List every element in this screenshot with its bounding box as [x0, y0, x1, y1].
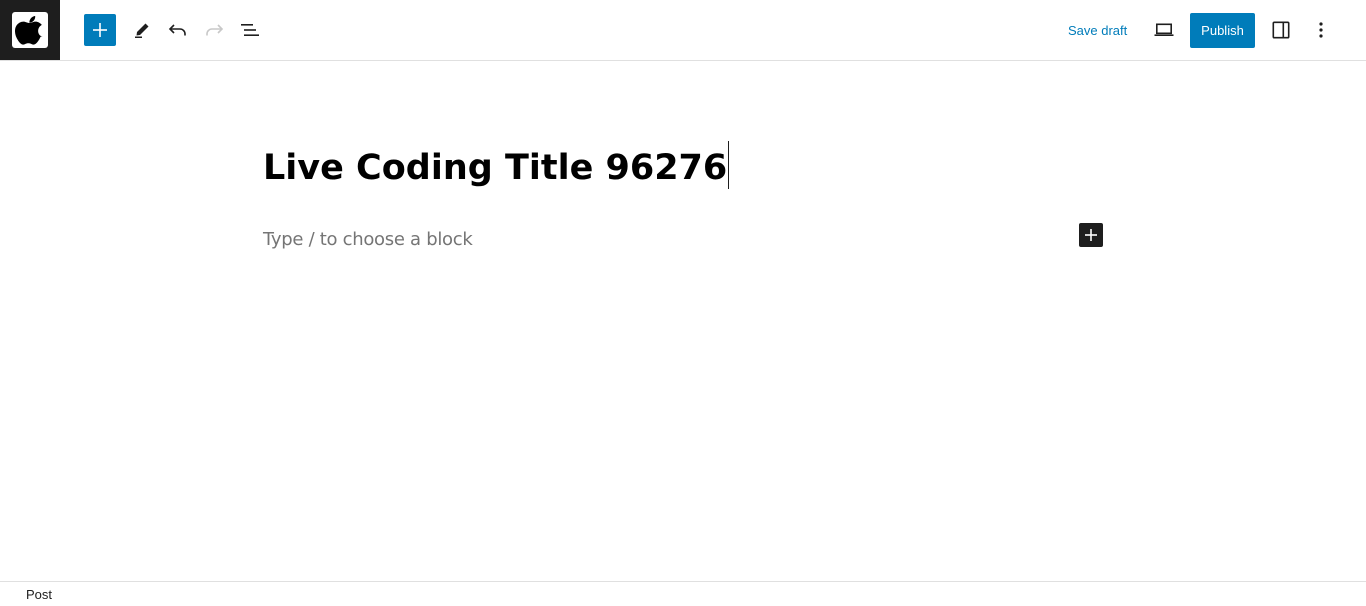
block-editor: Save draft Publish Live Coding Title 962…: [0, 0, 1366, 606]
inserter-toggle-button[interactable]: [84, 14, 116, 46]
text-caret: [728, 141, 730, 189]
logo-tile: [12, 12, 48, 48]
block-inserter-button[interactable]: [1079, 223, 1103, 247]
list-view-icon: [241, 24, 259, 36]
publish-button[interactable]: Publish: [1190, 13, 1255, 48]
editor-footer: Post: [0, 581, 1366, 606]
default-block-appender[interactable]: Type / to choose a block: [263, 227, 473, 253]
more-vertical-icon: [1319, 22, 1323, 38]
pencil-icon: [135, 23, 149, 38]
redo-icon: [206, 24, 224, 36]
save-draft-button[interactable]: Save draft: [1060, 14, 1135, 46]
editor-canvas: Live Coding Title 96276 Type / to choose…: [0, 61, 1366, 581]
undo-button[interactable]: [162, 14, 194, 46]
tools-button[interactable]: [126, 14, 158, 46]
settings-sidebar-button[interactable]: [1265, 14, 1297, 46]
preview-button[interactable]: [1148, 14, 1180, 46]
sidebar-icon: [1272, 21, 1290, 39]
block-breadcrumb[interactable]: Post: [26, 587, 52, 602]
undo-icon: [168, 24, 186, 36]
post-title-input[interactable]: Live Coding Title 96276: [263, 141, 730, 189]
plus-icon: [93, 23, 107, 37]
laptop-icon: [1154, 23, 1174, 36]
site-logo-button[interactable]: [0, 0, 60, 60]
editor-header: Save draft Publish: [0, 0, 1366, 61]
apple-logo-icon: [15, 16, 43, 45]
plus-icon: [1085, 229, 1097, 241]
document-overview-button[interactable]: [234, 14, 266, 46]
options-menu-button[interactable]: [1305, 14, 1337, 46]
redo-button[interactable]: [198, 14, 230, 46]
post-title-text: Live Coding Title 96276: [263, 148, 728, 188]
